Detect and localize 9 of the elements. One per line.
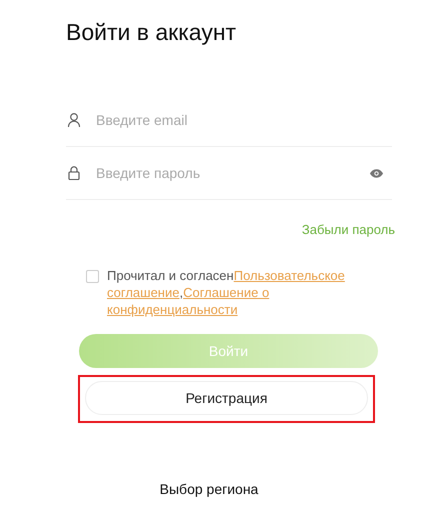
padlock-icon xyxy=(66,165,82,181)
agreement-text: Прочитал и согласенПользовательское соглашение,Соглашение о конфиденциальности xyxy=(107,267,346,318)
register-button[interactable]: Регистрация xyxy=(85,381,368,415)
email-field[interactable]: Введите email xyxy=(96,112,392,128)
page-title: Войти в аккаунт xyxy=(66,18,238,47)
checkbox[interactable] xyxy=(86,270,99,283)
region-link[interactable]: Выбор региона xyxy=(160,481,258,497)
password-field[interactable]: Введите пароль xyxy=(96,165,355,181)
person-icon xyxy=(66,112,82,128)
